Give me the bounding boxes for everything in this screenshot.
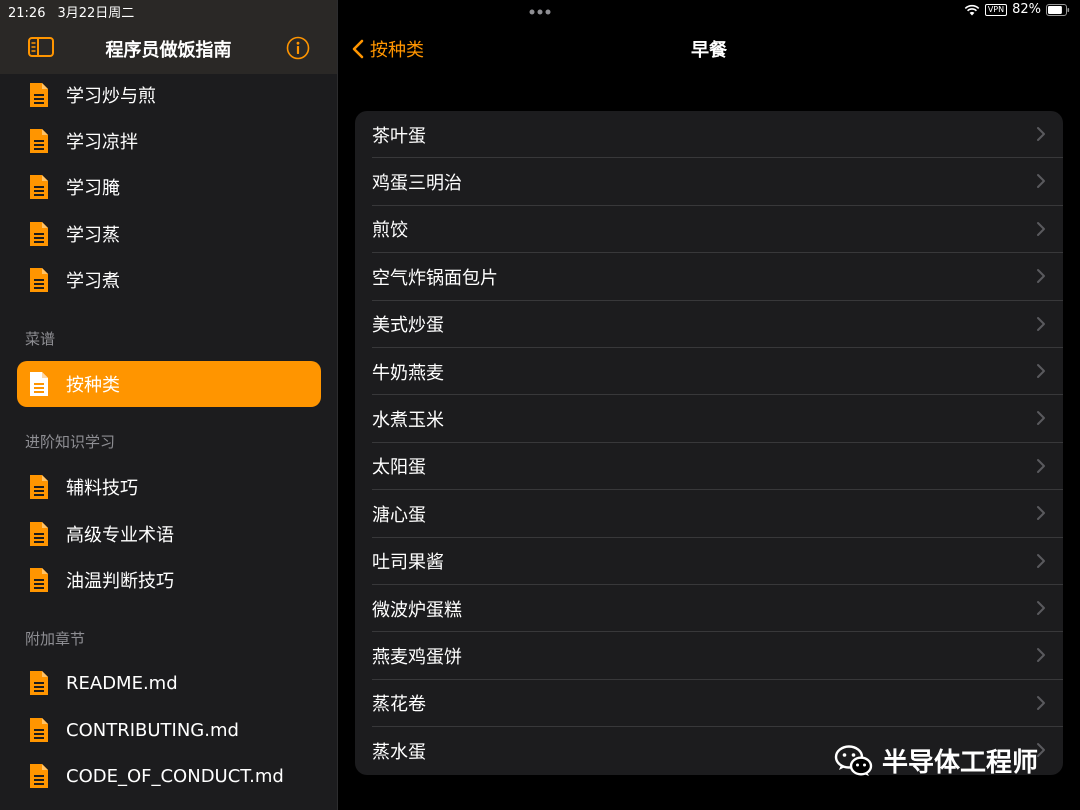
- recipe-row[interactable]: 煎饺: [355, 206, 1063, 254]
- sidebar-item[interactable]: 油温判断技巧: [17, 557, 321, 603]
- document-icon: [30, 222, 48, 246]
- recipe-label: 美式炒蛋: [372, 315, 444, 337]
- sidebar-item-label: 学习炒与煎: [66, 86, 156, 107]
- recipe-row[interactable]: 太阳蛋: [355, 443, 1063, 491]
- document-icon: [30, 372, 48, 396]
- section-header-recipes: 菜谱: [25, 330, 56, 348]
- recipe-label: 溏心蛋: [372, 504, 426, 526]
- status-date: 3月22日周二: [57, 6, 135, 21]
- section-header-advanced: 进阶知识学习: [25, 433, 116, 451]
- sidebar-item[interactable]: CONTRIBUTING.md: [17, 707, 321, 753]
- info-icon[interactable]: [286, 36, 310, 60]
- recipe-row[interactable]: 空气炸锅面包片: [355, 253, 1063, 301]
- sidebar-item-label: CODE_OF_CONDUCT.md: [66, 765, 284, 787]
- sidebar-item-label: 学习凉拌: [66, 132, 138, 153]
- status-time: 21:26: [8, 6, 46, 21]
- vpn-badge: VPN: [984, 3, 1008, 16]
- sidebar-item[interactable]: 学习腌: [17, 164, 321, 210]
- sidebar-item-label: README.md: [66, 672, 178, 694]
- chevron-right-icon: [1037, 221, 1045, 236]
- multitasking-dots-icon[interactable]: [528, 8, 552, 16]
- document-icon: [30, 475, 48, 499]
- sidebar-item[interactable]: 学习蒸: [17, 211, 321, 257]
- sidebar-item-by-category[interactable]: 按种类: [17, 361, 321, 407]
- sidebar-item-label: 油温判断技巧: [66, 571, 174, 592]
- recipe-label: 微波炉蛋糕: [372, 599, 462, 621]
- chevron-right-icon: [1037, 174, 1045, 189]
- sidebar-item[interactable]: 辅料技巧: [17, 464, 321, 510]
- document-icon: [30, 568, 48, 592]
- sidebar-item[interactable]: 学习炒与煎: [17, 72, 321, 118]
- recipe-label: 蒸水蛋: [372, 741, 426, 763]
- document-icon: [30, 718, 48, 742]
- sidebar-item-label: 学习腌: [66, 178, 120, 199]
- page-title: 早餐: [691, 40, 727, 61]
- document-icon: [30, 522, 48, 546]
- recipe-label: 空气炸锅面包片: [372, 267, 498, 289]
- chevron-right-icon: [1037, 601, 1045, 615]
- recipe-list: 茶叶蛋鸡蛋三明治煎饺空气炸锅面包片 美式炒蛋牛奶燕麦水煮玉米太阳蛋溏心蛋吐司果酱微…: [355, 111, 1063, 775]
- sidebar-item-label: 辅料技巧: [66, 478, 138, 499]
- chevron-right-icon: [1037, 127, 1045, 141]
- recipe-row[interactable]: 水煮玉米: [355, 395, 1063, 443]
- main-pane: VPN 82% 按种类 早餐 茶叶蛋 鸡蛋三明治 煎饺 空气炸锅面包片 美式炒蛋 牛奶燕麦…: [338, 0, 1080, 810]
- recipe-label: 茶叶蛋: [372, 125, 426, 147]
- recipe-row[interactable]: 溏心蛋: [355, 490, 1063, 538]
- battery-icon: [1046, 3, 1070, 16]
- sidebar-item[interactable]: CODE_OF_CONDUCT.md: [17, 753, 321, 799]
- chevron-right-icon: [1037, 316, 1045, 331]
- battery-percent: 82%: [1012, 2, 1041, 17]
- section-header-appendix: 附加章节: [25, 630, 86, 648]
- document-icon: [30, 129, 48, 153]
- recipe-label: 牛奶燕麦: [372, 362, 444, 384]
- sidebar-item-label: 高级专业术语: [66, 525, 174, 546]
- recipe-row[interactable]: 鸡蛋三明治: [355, 158, 1063, 206]
- recipe-label: 太阳蛋: [372, 457, 426, 479]
- recipe-label: 燕麦鸡蛋饼: [372, 647, 462, 669]
- sidebar-item[interactable]: 高级专业术语: [17, 511, 321, 557]
- wifi-icon: [964, 4, 980, 15]
- status-bar-left: 21:26 3月22日周二: [8, 2, 134, 21]
- chevron-right-icon: [1037, 506, 1045, 521]
- watermark-text: 半导体工程师: [882, 748, 1039, 778]
- recipe-label: 水煮玉米: [372, 410, 444, 432]
- sidebar-header: 21:26 3月22日周二 程序员做饭指南: [0, 0, 337, 74]
- sidebar-item[interactable]: 学习凉拌: [17, 118, 321, 164]
- recipe-label: 吐司果酱: [372, 552, 444, 574]
- watermark: 半导体工程师: [834, 742, 1038, 779]
- recipe-label: 煎饺: [372, 220, 408, 242]
- sidebar-item-label: CONTRIBUTING.md: [66, 719, 239, 741]
- document-icon: [30, 175, 48, 199]
- chevron-right-icon: [1037, 411, 1045, 426]
- chevron-right-icon: [1037, 695, 1045, 710]
- recipe-row[interactable]: 牛奶燕麦: [355, 348, 1063, 396]
- recipe-row[interactable]: 燕麦鸡蛋饼: [355, 632, 1063, 680]
- document-icon: [30, 268, 48, 292]
- recipe-label: 鸡蛋三明治: [372, 173, 462, 195]
- document-icon: [30, 764, 48, 788]
- recipe-row[interactable]: 吐司果酱: [355, 538, 1063, 585]
- recipe-label: 蒸花卷: [372, 694, 426, 716]
- sidebar-item[interactable]: README.md: [17, 660, 321, 706]
- recipe-row[interactable]: 茶叶蛋: [355, 111, 1063, 159]
- sidebar-item-label: 学习蒸: [66, 225, 120, 246]
- chevron-right-icon: [1037, 458, 1045, 473]
- recipe-row[interactable]: 蒸花卷: [355, 680, 1063, 728]
- sidebar: 21:26 3月22日周二 程序员做饭指南 学习炒与煎 学习凉拌 学习腌 学习蒸 学习煮 …: [0, 0, 337, 810]
- status-bar-right: VPN 82%: [964, 2, 1070, 17]
- chevron-right-icon: [1037, 648, 1045, 663]
- chevron-right-icon: [1037, 553, 1045, 568]
- sidebar-item-label: 学习煮: [66, 271, 120, 292]
- document-icon: [30, 671, 48, 695]
- chevron-right-icon: [1037, 269, 1045, 284]
- sidebar-item[interactable]: 学习煮: [17, 257, 321, 303]
- wechat-icon: [834, 744, 873, 776]
- recipe-row[interactable]: 美式炒蛋: [355, 301, 1063, 348]
- chevron-right-icon: [1037, 364, 1045, 378]
- sidebar-item-label: 按种类: [66, 375, 120, 396]
- recipe-row[interactable]: 微波炉蛋糕: [355, 585, 1063, 633]
- document-icon: [30, 83, 48, 107]
